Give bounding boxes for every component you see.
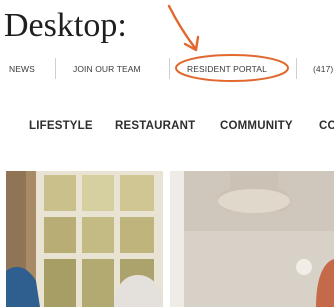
main-nav-community[interactable]: COMMUNITY bbox=[220, 120, 293, 132]
annotation-arrow bbox=[167, 4, 200, 52]
main-nav: LIFESTYLE RESTAURANT COMMUNITY CO bbox=[0, 118, 334, 138]
nav-link-phone[interactable]: (417) bbox=[313, 64, 333, 74]
main-nav-more[interactable]: CO bbox=[319, 120, 334, 132]
annotation-circle bbox=[175, 54, 289, 82]
dining-room-photo bbox=[170, 171, 334, 307]
main-nav-lifestyle[interactable]: LIFESTYLE bbox=[29, 120, 93, 132]
main-nav-restaurant[interactable]: RESTAURANT bbox=[115, 120, 195, 132]
nav-link-news[interactable]: NEWS bbox=[9, 64, 35, 74]
nav-divider bbox=[169, 58, 170, 79]
residents-window-photo bbox=[6, 171, 163, 307]
nav-divider bbox=[55, 58, 56, 79]
nav-link-join-our-team[interactable]: JOIN OUR TEAM bbox=[73, 64, 141, 74]
nav-divider bbox=[296, 58, 297, 79]
page-heading: Desktop: bbox=[4, 7, 127, 44]
